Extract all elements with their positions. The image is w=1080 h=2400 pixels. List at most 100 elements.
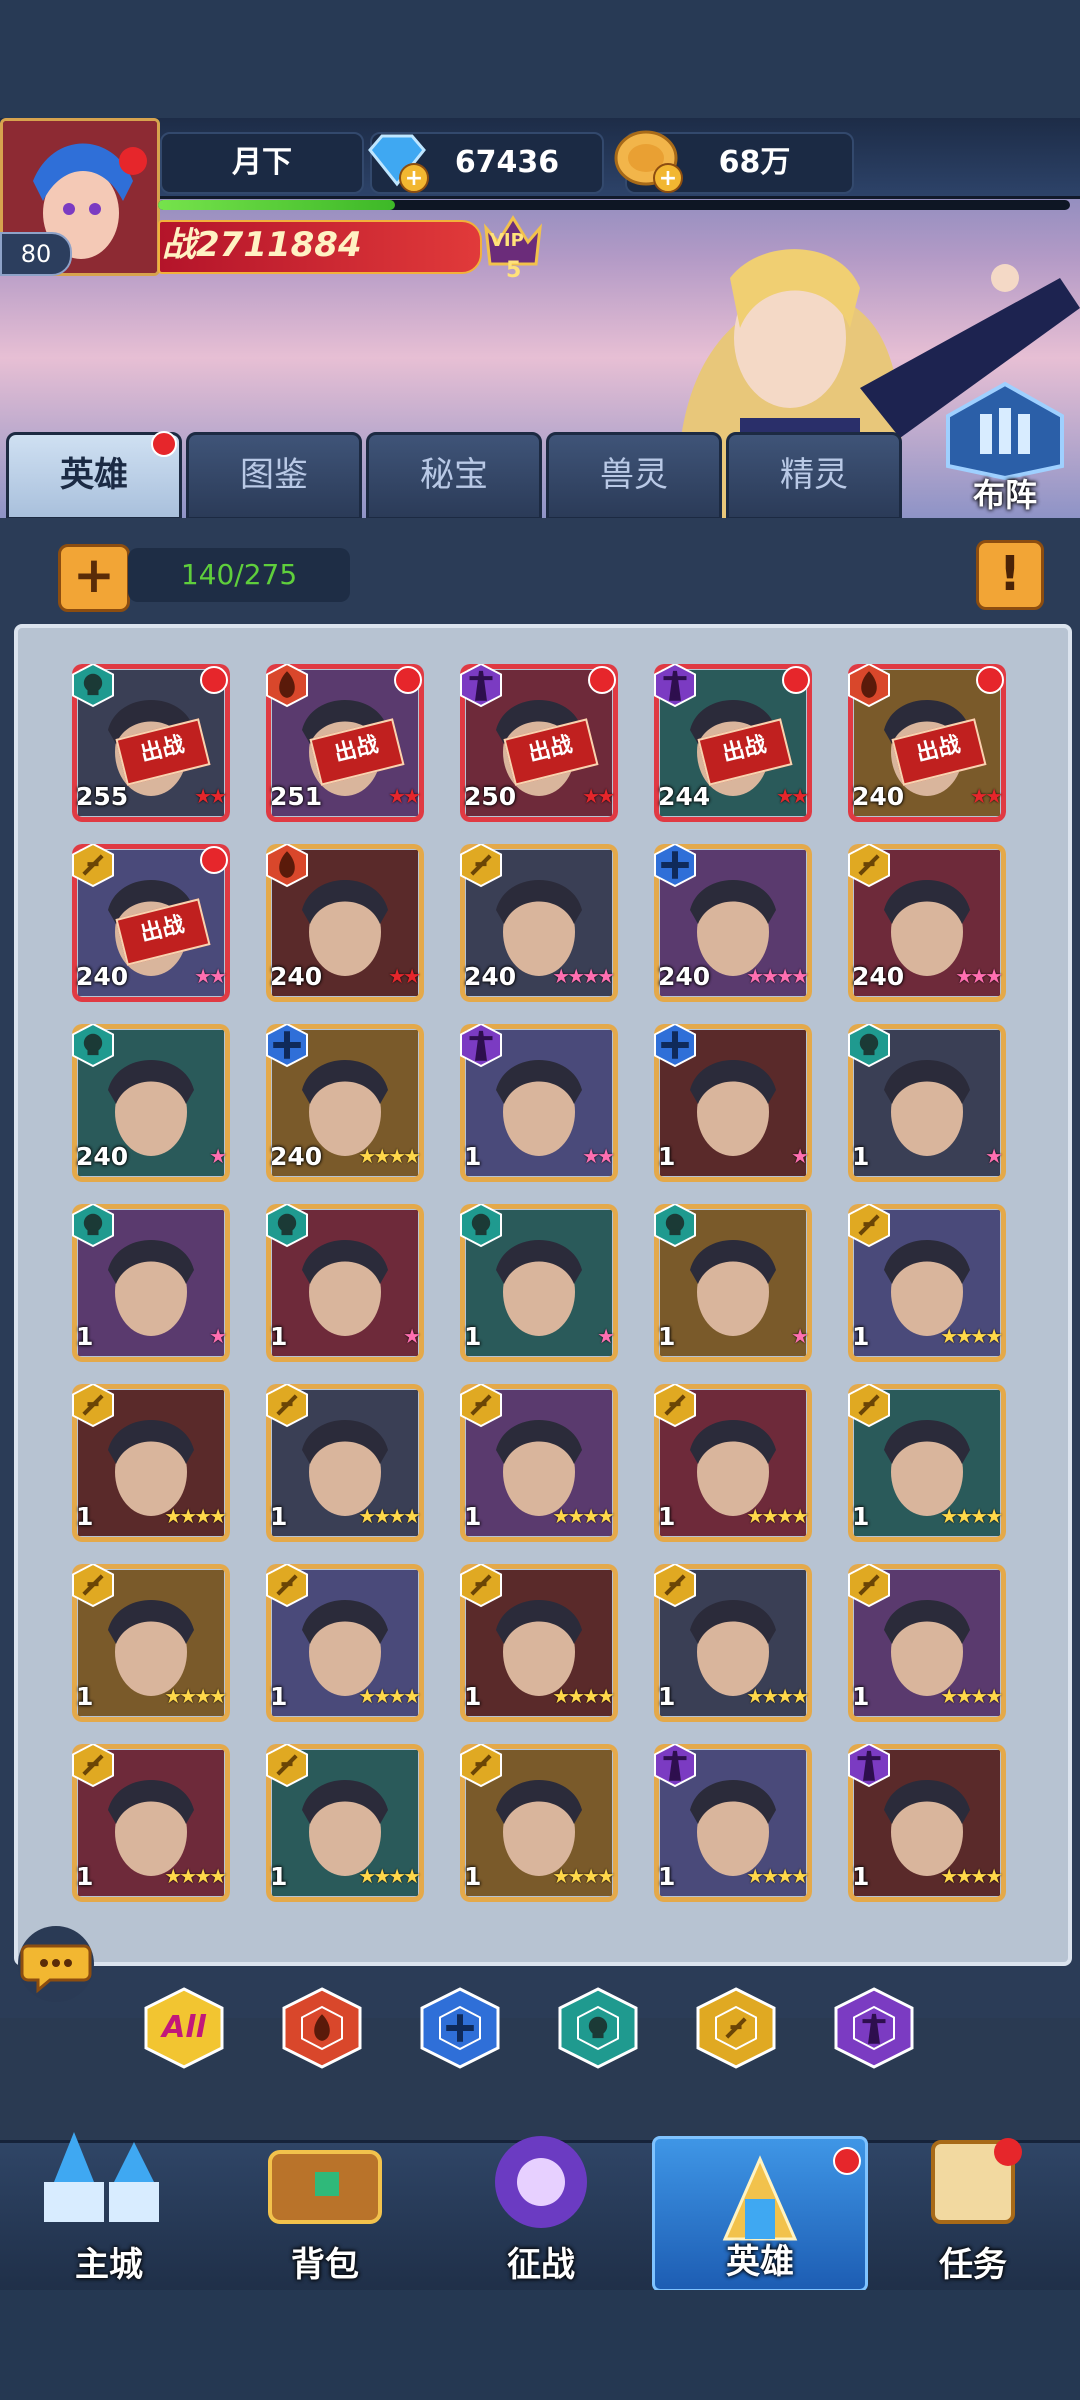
faction-icon: [72, 1744, 116, 1788]
tab-sprite[interactable]: 精灵: [726, 432, 902, 520]
filter-fire-icon[interactable]: [280, 1986, 364, 2070]
hero-card[interactable]: 出战 240 ★★: [72, 844, 230, 1002]
hero-card[interactable]: 1 ★: [654, 1024, 812, 1182]
nav-heroes-label: 英雄: [726, 2242, 794, 2282]
vip-level: 5: [506, 258, 522, 283]
hero-card[interactable]: 1 ★★★★: [848, 1564, 1006, 1722]
hero-card[interactable]: 1 ★★★★: [460, 1744, 618, 1902]
hero-card[interactable]: 出战 244 ★★: [654, 664, 812, 822]
tab-sprite-label: 精灵: [780, 455, 848, 495]
hero-card[interactable]: 1 ★: [848, 1024, 1006, 1182]
hero-stars: ★★★★: [164, 1684, 227, 1708]
faction-icon: [266, 664, 310, 708]
hero-card[interactable]: 1 ★★★★: [460, 1564, 618, 1722]
hero-stars: ★★: [776, 784, 809, 808]
hero-level: 1: [464, 1322, 482, 1351]
hero-card[interactable]: 1 ★★★★: [72, 1744, 230, 1902]
faction-icon: [460, 664, 504, 708]
chat-button[interactable]: [14, 1926, 98, 2002]
hero-stars: ★: [403, 1324, 421, 1348]
hero-card[interactable]: 240 ★★: [266, 844, 424, 1002]
info-button[interactable]: !: [976, 540, 1044, 610]
hero-stars: ★★★★: [940, 1684, 1003, 1708]
tab-beast-spirit[interactable]: 兽灵: [546, 432, 722, 520]
hero-card[interactable]: 出战 250 ★★: [460, 664, 618, 822]
hero-card[interactable]: 1 ★★★★: [266, 1384, 424, 1542]
tab-heroes[interactable]: 英雄: [6, 431, 182, 520]
hero-level: 255: [76, 782, 129, 811]
faction-icon: [654, 1204, 698, 1248]
hero-stars: ★★★★: [358, 1684, 421, 1708]
hero-card[interactable]: 1 ★★★★: [654, 1564, 812, 1722]
hero-card[interactable]: 1 ★★★★: [848, 1744, 1006, 1902]
faction-icon: [460, 1024, 504, 1068]
formation-button[interactable]: 布阵: [940, 380, 1070, 516]
hero-level: 1: [464, 1502, 482, 1531]
faction-icon: [266, 844, 310, 888]
hero-card[interactable]: 1 ★★★★: [654, 1384, 812, 1542]
hero-card[interactable]: 1 ★: [72, 1204, 230, 1362]
hero-card[interactable]: 1 ★★★★: [72, 1564, 230, 1722]
hero-card[interactable]: 1 ★★★★: [654, 1744, 812, 1902]
tab-codex[interactable]: 图鉴: [186, 432, 362, 520]
filter-undead-icon[interactable]: [556, 1986, 640, 2070]
hero-stars: ★: [791, 1324, 809, 1348]
hero-card[interactable]: 240 ★★★: [848, 844, 1006, 1002]
hero-stars: ★★: [388, 784, 421, 808]
hero-card[interactable]: 出战 251 ★★: [266, 664, 424, 822]
gold-plus-icon[interactable]: +: [612, 126, 688, 196]
nav-campaign[interactable]: 征战: [436, 2112, 646, 2292]
hero-stars: ★: [209, 1324, 227, 1348]
hero-level: 1: [464, 1682, 482, 1711]
hero-card[interactable]: 1 ★★★★: [72, 1384, 230, 1542]
nav-heroes[interactable]: 英雄: [652, 2136, 868, 2292]
hero-stars: ★: [209, 1144, 227, 1168]
nav-campaign-label: 征战: [507, 2245, 575, 2285]
hero-card[interactable]: 1 ★★★★: [848, 1384, 1006, 1542]
hero-card[interactable]: 1 ★★: [460, 1024, 618, 1182]
hero-stars: ★★★★: [358, 1864, 421, 1888]
filter-holy-icon[interactable]: [418, 1986, 502, 2070]
faction-icon: [654, 664, 698, 708]
hero-card[interactable]: 1 ★: [654, 1204, 812, 1362]
faction-icon: [654, 1564, 698, 1608]
hero-count: 140/275: [128, 548, 350, 602]
hero-card[interactable]: 240 ★★★★: [266, 1024, 424, 1182]
hero-card[interactable]: 1 ★★★★: [266, 1744, 424, 1902]
tab-treasure[interactable]: 秘宝: [366, 432, 542, 520]
fire-glyph-icon: [299, 2005, 345, 2055]
faction-icon: [460, 844, 504, 888]
formation-label: 布阵: [972, 476, 1037, 514]
hero-card[interactable]: 240 ★★★★: [460, 844, 618, 1002]
vip-badge[interactable]: VIP 5: [478, 208, 548, 284]
hero-stars: ★★: [970, 784, 1003, 808]
nav-main-city[interactable]: 主城: [4, 2112, 214, 2292]
hero-stars: ★: [597, 1324, 615, 1348]
filter-light-icon[interactable]: [694, 1986, 778, 2070]
nav-badge: [833, 2147, 861, 2175]
hero-card[interactable]: 出战 255 ★★: [72, 664, 230, 822]
svg-text:+: +: [659, 166, 677, 191]
hero-card[interactable]: 1 ★★★★: [848, 1204, 1006, 1362]
hero-card[interactable]: 1 ★: [460, 1204, 618, 1362]
filter-dark-icon[interactable]: [832, 1986, 916, 2070]
hero-level: 240: [464, 962, 517, 991]
hero-level: 1: [270, 1862, 288, 1891]
hero-card[interactable]: 1 ★★★★: [460, 1384, 618, 1542]
hero-card[interactable]: 1 ★: [266, 1204, 424, 1362]
nav-quests[interactable]: 任务: [868, 2112, 1078, 2292]
hero-card[interactable]: 240 ★★★★: [654, 844, 812, 1002]
gem-amount: 67436: [454, 145, 560, 180]
hero-card[interactable]: 240 ★: [72, 1024, 230, 1182]
hero-card[interactable]: 出战 240 ★★: [848, 664, 1006, 822]
vip-label: VIP: [490, 230, 524, 251]
hero-card[interactable]: 1 ★★★★: [266, 1564, 424, 1722]
gem-plus-icon[interactable]: +: [362, 128, 432, 194]
notification-dot: [976, 666, 1004, 694]
hero-stars: ★★★★: [552, 1504, 615, 1528]
filter-all-icon[interactable]: All: [142, 1986, 226, 2070]
hero-level: 240: [76, 1142, 129, 1171]
tab-beast-spirit-label: 兽灵: [600, 455, 668, 495]
expand-roster-button[interactable]: +: [58, 544, 130, 612]
nav-backpack[interactable]: 背包: [220, 2112, 430, 2292]
